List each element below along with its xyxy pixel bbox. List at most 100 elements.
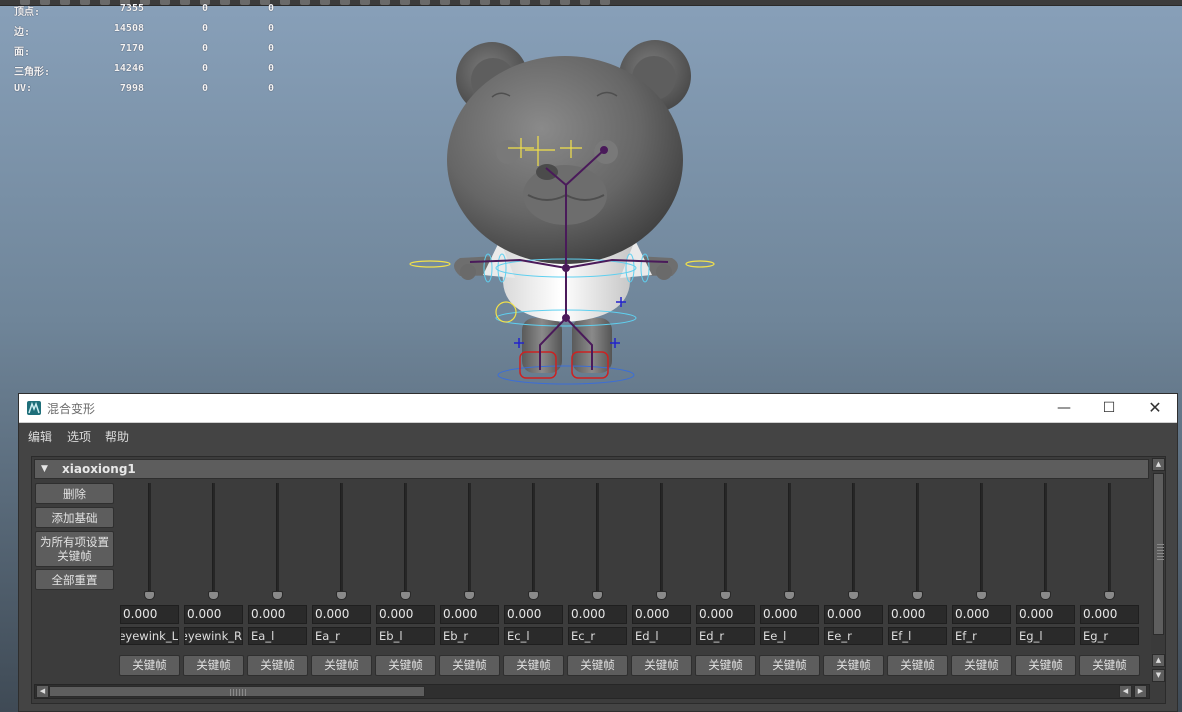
scroll-left-icon[interactable]: ◀: [1119, 685, 1132, 698]
key-button[interactable]: 关键帧: [631, 655, 692, 676]
target-name-field[interactable]: Ec_l: [504, 627, 563, 645]
minimize-button[interactable]: —: [1046, 397, 1082, 419]
target-name-field[interactable]: Ea_l: [248, 627, 307, 645]
target-name-field[interactable]: Ef_r: [952, 627, 1011, 645]
key-button[interactable]: 关键帧: [695, 655, 756, 676]
weight-slider[interactable]: [212, 483, 215, 597]
target-name-field[interactable]: Ee_l: [760, 627, 819, 645]
key-button[interactable]: 关键帧: [567, 655, 628, 676]
window-titlebar[interactable]: 混合变形 — ☐ ✕: [19, 394, 1177, 423]
slider-handle[interactable]: [848, 591, 859, 600]
weight-field[interactable]: 0.000: [952, 605, 1011, 624]
vertical-scroll-thumb[interactable]: [1153, 473, 1164, 635]
target-name-field[interactable]: Ed_r: [696, 627, 755, 645]
weight-slider[interactable]: [532, 483, 535, 597]
slider-handle[interactable]: [144, 591, 155, 600]
target-name-field[interactable]: Ef_l: [888, 627, 947, 645]
scroll-right-icon[interactable]: ▶: [1134, 685, 1147, 698]
target-name: Ea_r: [315, 629, 340, 643]
horizontal-scrollbar[interactable]: ◀ ◀ ▶: [34, 684, 1150, 699]
weight-slider[interactable]: [1108, 483, 1111, 597]
weight-field[interactable]: 0.000: [760, 605, 819, 624]
target-name-field[interactable]: Ed_l: [632, 627, 691, 645]
weight-slider[interactable]: [148, 483, 151, 597]
weight-field[interactable]: 0.000: [440, 605, 499, 624]
vertical-scrollbar[interactable]: ▲: [1151, 457, 1165, 653]
target-name-field[interactable]: Ec_r: [568, 627, 627, 645]
weight-field[interactable]: 0.000: [1080, 605, 1139, 624]
menu-help[interactable]: 帮助: [105, 428, 129, 445]
weight-field[interactable]: 0.000: [632, 605, 691, 624]
weight-slider[interactable]: [916, 483, 919, 597]
key-button[interactable]: 关键帧: [1015, 655, 1076, 676]
close-button[interactable]: ✕: [1137, 397, 1173, 419]
slider-handle[interactable]: [528, 591, 539, 600]
slider-handle[interactable]: [720, 591, 731, 600]
key-button[interactable]: 关键帧: [247, 655, 308, 676]
target-name-field[interactable]: Ee_r: [824, 627, 883, 645]
key-button[interactable]: 关键帧: [375, 655, 436, 676]
weight-field[interactable]: 0.000: [696, 605, 755, 624]
menu-options[interactable]: 选项: [67, 428, 91, 445]
key-button[interactable]: 关键帧: [503, 655, 564, 676]
key-button[interactable]: 关键帧: [951, 655, 1012, 676]
key-button[interactable]: 关键帧: [183, 655, 244, 676]
weight-field[interactable]: 0.000: [184, 605, 243, 624]
slider-handle[interactable]: [656, 591, 667, 600]
horizontal-scroll-thumb[interactable]: [49, 686, 425, 697]
slider-handle[interactable]: [208, 591, 219, 600]
slider-handle[interactable]: [784, 591, 795, 600]
scroll-down-icon[interactable]: ▼: [1152, 669, 1165, 682]
slider-handle[interactable]: [592, 591, 603, 600]
maximize-button[interactable]: ☐: [1091, 397, 1127, 419]
key-button[interactable]: 关键帧: [119, 655, 180, 676]
target-name-field[interactable]: Eg_l: [1016, 627, 1075, 645]
slider-handle[interactable]: [912, 591, 923, 600]
key-button[interactable]: 关键帧: [311, 655, 372, 676]
target-name-field[interactable]: Eg_r: [1080, 627, 1139, 645]
weight-field[interactable]: 0.000: [120, 605, 179, 624]
target-name-field[interactable]: eyewink_R: [184, 627, 243, 645]
slider-handle[interactable]: [336, 591, 347, 600]
weight-slider[interactable]: [660, 483, 663, 597]
weight-field[interactable]: 0.000: [504, 605, 563, 624]
slider-handle[interactable]: [272, 591, 283, 600]
weight-field[interactable]: 0.000: [248, 605, 307, 624]
key-button[interactable]: 关键帧: [759, 655, 820, 676]
weight-field[interactable]: 0.000: [312, 605, 371, 624]
slider-handle[interactable]: [464, 591, 475, 600]
slider-handle[interactable]: [976, 591, 987, 600]
slider-handle[interactable]: [1104, 591, 1115, 600]
target-name-field[interactable]: eyewink_L: [120, 627, 179, 645]
weight-field[interactable]: 0.000: [1016, 605, 1075, 624]
key-button[interactable]: 关键帧: [439, 655, 500, 676]
scroll-up-icon[interactable]: ▲: [1152, 458, 1165, 471]
weight-slider[interactable]: [852, 483, 855, 597]
weight-slider[interactable]: [724, 483, 727, 597]
key-button[interactable]: 关键帧: [887, 655, 948, 676]
blend-targets-container: 0.000 eyewink_L 关键帧 0.000 eyewink_R 关键帧 0.000 E…: [32, 457, 1150, 681]
target-name-field[interactable]: Eb_r: [440, 627, 499, 645]
weight-field[interactable]: 0.000: [568, 605, 627, 624]
weight-slider[interactable]: [340, 483, 343, 597]
weight-field[interactable]: 0.000: [376, 605, 435, 624]
scroll-left-icon[interactable]: ◀: [36, 685, 49, 698]
slider-handle[interactable]: [400, 591, 411, 600]
key-button[interactable]: 关键帧: [823, 655, 884, 676]
weight-slider[interactable]: [1044, 483, 1047, 597]
weight-slider[interactable]: [404, 483, 407, 597]
weight-slider[interactable]: [468, 483, 471, 597]
scroll-up-icon[interactable]: ▲: [1152, 654, 1165, 667]
blend-target-column: 0.000 Ed_l 关键帧: [631, 481, 693, 679]
target-name-field[interactable]: Eb_l: [376, 627, 435, 645]
weight-slider[interactable]: [980, 483, 983, 597]
menu-edit[interactable]: 编辑: [28, 428, 52, 445]
key-button[interactable]: 关键帧: [1079, 655, 1140, 676]
slider-handle[interactable]: [1040, 591, 1051, 600]
weight-field[interactable]: 0.000: [888, 605, 947, 624]
weight-slider[interactable]: [788, 483, 791, 597]
weight-slider[interactable]: [596, 483, 599, 597]
target-name-field[interactable]: Ea_r: [312, 627, 371, 645]
weight-slider[interactable]: [276, 483, 279, 597]
weight-field[interactable]: 0.000: [824, 605, 883, 624]
